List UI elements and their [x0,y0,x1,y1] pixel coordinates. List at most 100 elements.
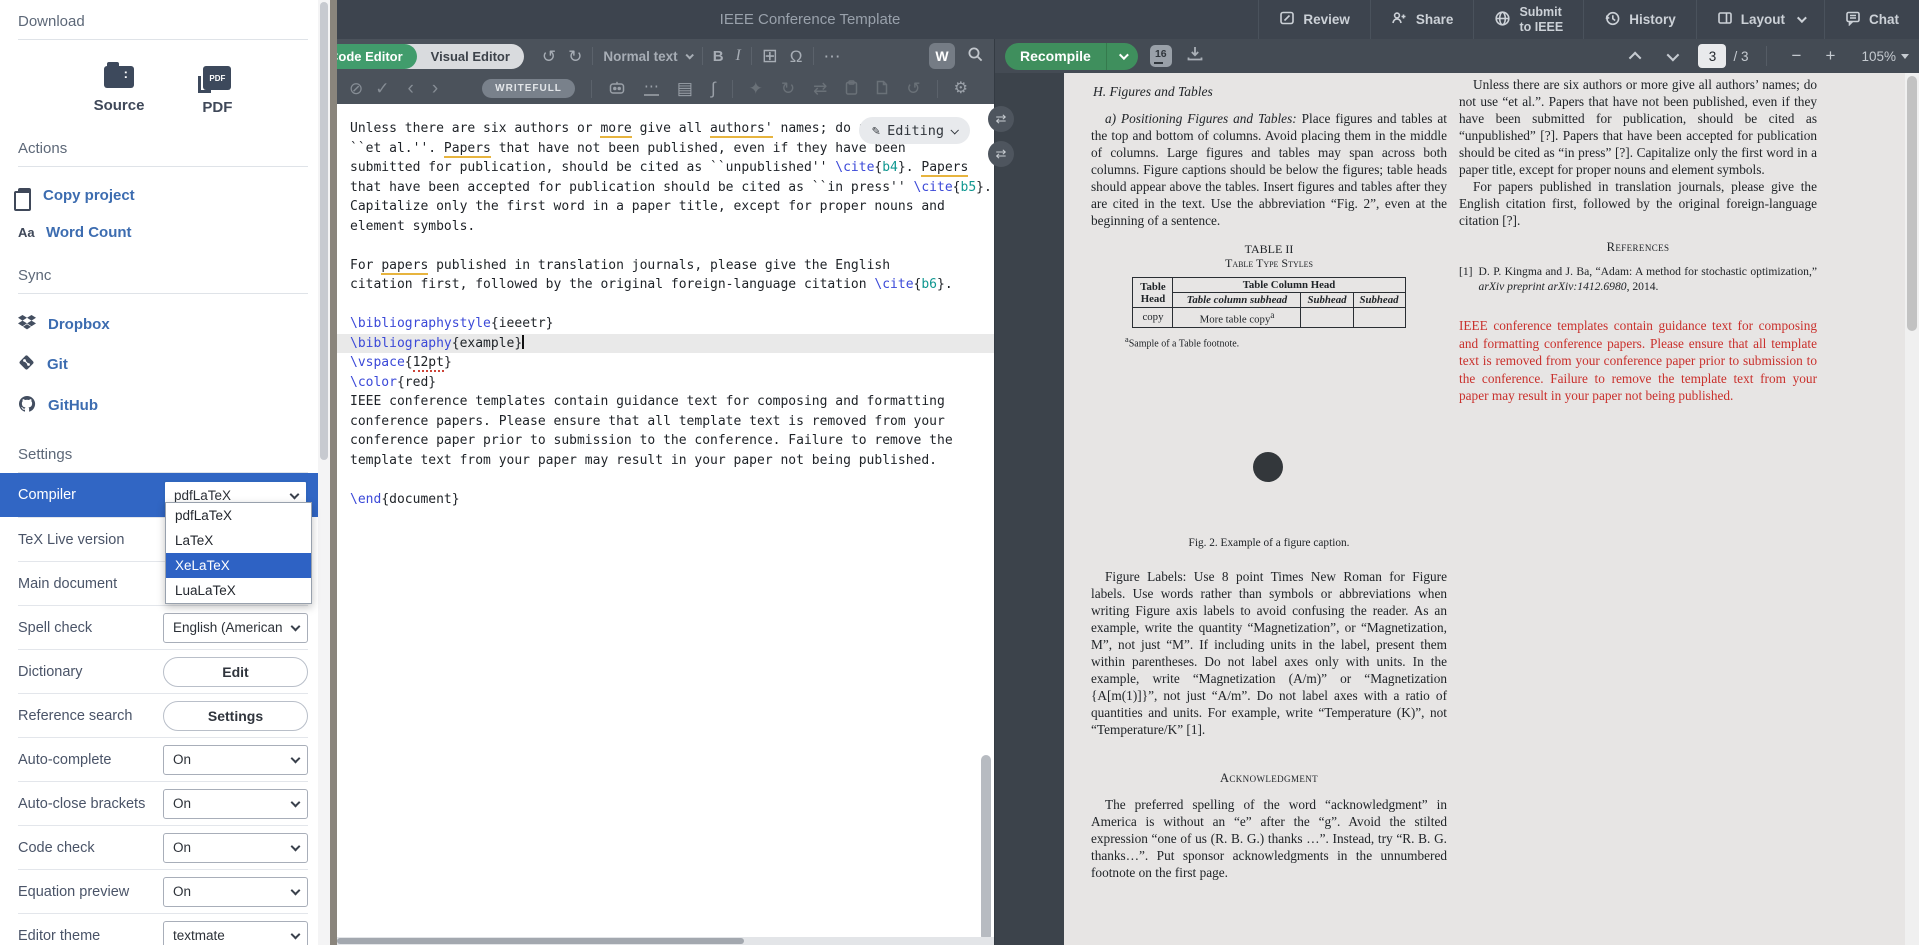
code-line[interactable]: \bibliographystyle{ieeetr} [337,314,994,334]
code-line[interactable]: \end{document} [337,490,994,510]
clipboard-icon[interactable] [845,80,858,98]
writefull-badge[interactable]: WRITEFULL [482,79,575,98]
section-heading: H. Figures and Tables [1093,83,1447,100]
topbar-menu: Review Share Submitto IEEE History Layou… [1258,0,1919,39]
sync-dropbox-button[interactable]: Dropbox [18,314,308,334]
ai-sparkle-icon[interactable]: ✦ [749,80,763,97]
copy-project-button[interactable]: Copy project [18,187,308,204]
sync-git-button[interactable]: Git [18,354,308,375]
code-line[interactable]: that have been accepted for publication … [337,178,994,198]
writefull-toggle-button[interactable]: W [929,43,955,69]
review-button[interactable]: Review [1258,0,1370,39]
dictionary-edit-button[interactable]: Edit [163,657,308,687]
math-icon[interactable]: ∫ [711,80,716,97]
compiler-option-xelatex[interactable]: XeLaTeX [166,553,311,578]
code-line[interactable]: \bibliography{example} [337,334,994,354]
code-line[interactable]: IEEE conference templates contain guidan… [337,392,994,412]
page-input[interactable]: 3 [1698,44,1726,68]
italic-button[interactable]: I [736,48,741,64]
download-source-button[interactable]: Source [94,66,145,116]
editing-mode-dropdown[interactable]: ✎ Editing [859,117,970,144]
download-pdf-button[interactable]: PDF PDF [202,66,232,116]
sync-icon[interactable]: ↺ [906,80,920,97]
next-suggestion-button[interactable]: › [432,79,438,98]
scrollbar-thumb[interactable] [337,938,744,944]
autoclose-select[interactable]: On [163,789,308,819]
symbol-button[interactable]: Ω [790,48,803,65]
compile-log-button[interactable]: 16 [1150,45,1172,67]
code-line[interactable]: conference papers. Please ensure that al… [337,412,994,432]
collapse-pane-button[interactable]: ⇄ [988,106,1014,132]
setting-row-autoclose-brackets: Auto-close brackets On [18,781,308,825]
github-icon [18,395,36,416]
code-line[interactable]: For papers published in translation jour… [337,256,994,276]
equation-preview-select[interactable]: On [163,877,308,907]
reference-search-settings-button[interactable]: Settings [163,701,308,731]
scrollbar-thumb[interactable] [320,2,328,460]
zoom-level-dropdown[interactable]: 105% [1861,49,1909,64]
pdf-scrollbar[interactable] [1905,73,1919,945]
toc-icon[interactable]: ⋯ [644,82,659,96]
page-down-button[interactable] [1667,48,1680,61]
code-line[interactable] [337,470,994,490]
code-line[interactable]: conference paper prior to submission to … [337,431,994,451]
bold-button[interactable]: B [713,49,724,64]
divider [591,80,592,98]
spellcheck-select[interactable]: English (American [163,613,308,643]
zoom-out-button[interactable]: − [1785,46,1807,66]
editor-horizontal-scrollbar[interactable] [337,937,994,945]
block-icon[interactable]: ⊘ [349,80,363,97]
page-up-button[interactable] [1629,51,1642,64]
code-editor-area[interactable]: ✎ Editing Unless there are six authors o… [337,104,994,945]
chat-button[interactable]: Chat [1824,0,1919,39]
editor-theme-select[interactable]: textmate [163,921,308,945]
settings-gear-button[interactable]: ⚙ [954,81,968,97]
note-icon[interactable]: ▤ [677,80,693,97]
code-line[interactable]: submitted for publication, should be cit… [337,158,994,178]
swap-icon[interactable]: ⇄ [813,80,827,97]
code-line[interactable] [337,295,994,315]
code-check-select[interactable]: On [163,833,308,863]
code-lines[interactable]: Unless there are six authors or more giv… [337,104,994,509]
editor-scrollbar-thumb[interactable] [981,755,991,941]
more-button[interactable]: ⋯ [824,48,841,65]
undo-icon[interactable]: ↺ [542,48,556,65]
search-button[interactable] [967,46,984,66]
compiler-option-pdflatex[interactable]: pdfLaTeX [166,503,311,528]
share-button[interactable]: Share [1370,0,1474,39]
code-line[interactable]: element symbols. [337,217,994,237]
compiler-option-lualatex[interactable]: LuaLaTeX [166,578,311,603]
compiler-option-latex[interactable]: LaTeX [166,528,311,553]
submit-to-ieee-button[interactable]: Submitto IEEE [1473,0,1583,39]
sidebar-resizer[interactable] [330,0,337,945]
refresh-icon[interactable]: ↻ [781,80,795,97]
history-button[interactable]: History [1583,0,1696,39]
visual-editor-tab[interactable]: Visual Editor [417,49,524,64]
recompile-button[interactable]: Recompile [1005,43,1138,70]
download-pdf-icon-button[interactable] [1186,45,1204,67]
robot-icon[interactable] [608,80,626,98]
code-line[interactable]: \color{red} [337,373,994,393]
expand-pane-button[interactable]: ⇄ [988,141,1014,167]
code-line[interactable]: \vspace{12pt} [337,353,994,373]
prev-suggestion-button[interactable]: ‹ [408,79,414,98]
pdf-viewer[interactable]: H. Figures and Tables a) Positioning Fig… [995,73,1919,945]
check-icon[interactable]: ✓ [375,80,389,97]
recompile-options-button[interactable] [1106,43,1138,70]
code-line[interactable] [337,236,994,256]
page-icon[interactable] [876,80,888,98]
scrollbar-thumb[interactable] [1907,76,1917,331]
code-line[interactable]: Capitalize only the first word in a pape… [337,197,994,217]
zoom-in-button[interactable]: + [1819,46,1841,66]
layout-button[interactable]: Layout [1696,0,1824,39]
insert-table-button[interactable]: ⊞ [762,47,778,66]
autocomplete-select[interactable]: On [163,745,308,775]
word-count-button[interactable]: Aa Word Count [18,224,308,241]
code-editor-tab[interactable]: Code Editor [337,44,417,69]
code-line[interactable]: template text from your paper may result… [337,451,994,471]
sidebar-scrollbar[interactable] [318,0,330,945]
text-style-dropdown[interactable]: Normal text [603,49,691,64]
redo-icon[interactable]: ↻ [568,48,582,65]
sync-github-button[interactable]: GitHub [18,395,308,416]
code-line[interactable]: citation first, followed by the original… [337,275,994,295]
